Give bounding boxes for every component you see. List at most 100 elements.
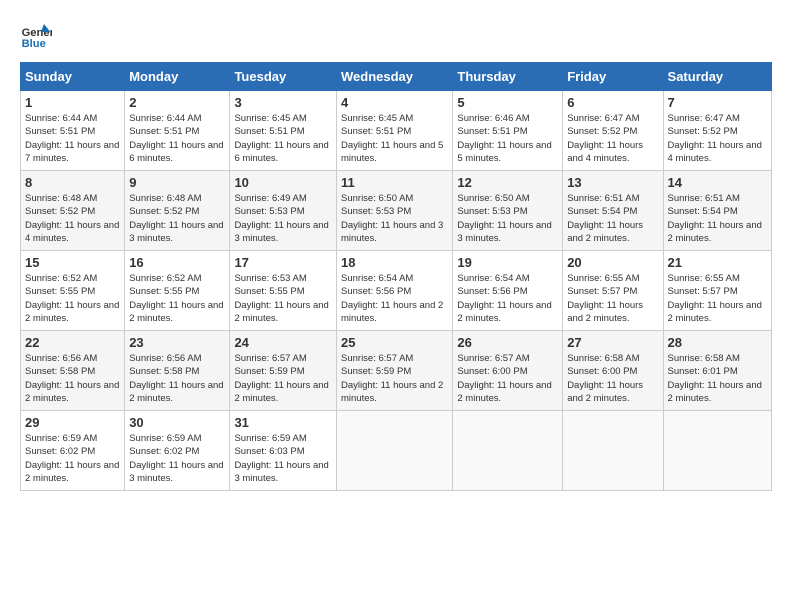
- day-number: 30: [129, 415, 225, 430]
- day-info: Sunrise: 6:57 AM Sunset: 5:59 PM Dayligh…: [234, 352, 332, 405]
- day-info: Sunrise: 6:45 AM Sunset: 5:51 PM Dayligh…: [234, 112, 332, 165]
- day-number: 28: [668, 335, 767, 350]
- calendar-cell: 4 Sunrise: 6:45 AM Sunset: 5:51 PM Daylig…: [337, 91, 453, 171]
- day-number: 5: [457, 95, 558, 110]
- calendar-week-row: 8 Sunrise: 6:48 AM Sunset: 5:52 PM Daylig…: [21, 171, 772, 251]
- day-number: 10: [234, 175, 332, 190]
- day-number: 12: [457, 175, 558, 190]
- day-info: Sunrise: 6:57 AM Sunset: 6:00 PM Dayligh…: [457, 352, 558, 405]
- day-info: Sunrise: 6:58 AM Sunset: 6:00 PM Dayligh…: [567, 352, 658, 405]
- calendar-day-header: Friday: [563, 63, 663, 91]
- calendar-cell: 10 Sunrise: 6:49 AM Sunset: 5:53 PM Dayli…: [230, 171, 337, 251]
- calendar-day-header: Monday: [125, 63, 230, 91]
- day-number: 8: [25, 175, 120, 190]
- calendar-cell: 2 Sunrise: 6:44 AM Sunset: 5:51 PM Daylig…: [125, 91, 230, 171]
- day-info: Sunrise: 6:51 AM Sunset: 5:54 PM Dayligh…: [668, 192, 767, 245]
- calendar-cell: [337, 411, 453, 491]
- day-info: Sunrise: 6:55 AM Sunset: 5:57 PM Dayligh…: [567, 272, 658, 325]
- calendar-cell: 11 Sunrise: 6:50 AM Sunset: 5:53 PM Dayli…: [337, 171, 453, 251]
- calendar-cell: 30 Sunrise: 6:59 AM Sunset: 6:02 PM Dayli…: [125, 411, 230, 491]
- calendar-cell: [663, 411, 771, 491]
- day-number: 31: [234, 415, 332, 430]
- day-number: 22: [25, 335, 120, 350]
- day-info: Sunrise: 6:56 AM Sunset: 5:58 PM Dayligh…: [129, 352, 225, 405]
- day-info: Sunrise: 6:54 AM Sunset: 5:56 PM Dayligh…: [341, 272, 448, 325]
- day-info: Sunrise: 6:57 AM Sunset: 5:59 PM Dayligh…: [341, 352, 448, 405]
- calendar-cell: 20 Sunrise: 6:55 AM Sunset: 5:57 PM Dayli…: [563, 251, 663, 331]
- day-info: Sunrise: 6:49 AM Sunset: 5:53 PM Dayligh…: [234, 192, 332, 245]
- day-info: Sunrise: 6:52 AM Sunset: 5:55 PM Dayligh…: [25, 272, 120, 325]
- calendar-cell: 31Sunrise: 6:59 AM Sunset: 6:03 PM Dayli…: [230, 411, 337, 491]
- logo-icon: General Blue: [20, 20, 52, 52]
- calendar-cell: 22 Sunrise: 6:56 AM Sunset: 5:58 PM Dayli…: [21, 331, 125, 411]
- day-info: Sunrise: 6:44 AM Sunset: 5:51 PM Dayligh…: [129, 112, 225, 165]
- day-number: 26: [457, 335, 558, 350]
- day-info: Sunrise: 6:48 AM Sunset: 5:52 PM Dayligh…: [129, 192, 225, 245]
- calendar-cell: [453, 411, 563, 491]
- day-info: Sunrise: 6:56 AM Sunset: 5:58 PM Dayligh…: [25, 352, 120, 405]
- calendar-cell: 6Sunrise: 6:47 AM Sunset: 5:52 PM Daylig…: [563, 91, 663, 171]
- day-info: Sunrise: 6:59 AM Sunset: 6:02 PM Dayligh…: [25, 432, 120, 485]
- day-number: 1: [25, 95, 120, 110]
- day-number: 11: [341, 175, 448, 190]
- day-info: Sunrise: 6:44 AM Sunset: 5:51 PM Dayligh…: [25, 112, 120, 165]
- day-info: Sunrise: 6:48 AM Sunset: 5:52 PM Dayligh…: [25, 192, 120, 245]
- calendar-cell: 27Sunrise: 6:58 AM Sunset: 6:00 PM Dayli…: [563, 331, 663, 411]
- day-info: Sunrise: 6:50 AM Sunset: 5:53 PM Dayligh…: [341, 192, 448, 245]
- day-info: Sunrise: 6:59 AM Sunset: 6:02 PM Dayligh…: [129, 432, 225, 485]
- calendar-cell: 13Sunrise: 6:51 AM Sunset: 5:54 PM Dayli…: [563, 171, 663, 251]
- calendar-cell: 29 Sunrise: 6:59 AM Sunset: 6:02 PM Dayli…: [21, 411, 125, 491]
- calendar-day-header: Wednesday: [337, 63, 453, 91]
- calendar-cell: 9 Sunrise: 6:48 AM Sunset: 5:52 PM Daylig…: [125, 171, 230, 251]
- calendar-table: SundayMondayTuesdayWednesdayThursdayFrid…: [20, 62, 772, 491]
- day-number: 17: [234, 255, 332, 270]
- calendar-cell: 24 Sunrise: 6:57 AM Sunset: 5:59 PM Dayli…: [230, 331, 337, 411]
- calendar-day-header: Thursday: [453, 63, 563, 91]
- calendar-cell: 3Sunrise: 6:45 AM Sunset: 5:51 PM Daylig…: [230, 91, 337, 171]
- calendar-day-header: Sunday: [21, 63, 125, 91]
- day-info: Sunrise: 6:46 AM Sunset: 5:51 PM Dayligh…: [457, 112, 558, 165]
- day-number: 7: [668, 95, 767, 110]
- day-number: 16: [129, 255, 225, 270]
- day-number: 29: [25, 415, 120, 430]
- day-number: 13: [567, 175, 658, 190]
- day-info: Sunrise: 6:45 AM Sunset: 5:51 PM Dayligh…: [341, 112, 448, 165]
- day-number: 20: [567, 255, 658, 270]
- calendar-week-row: 22 Sunrise: 6:56 AM Sunset: 5:58 PM Dayli…: [21, 331, 772, 411]
- day-info: Sunrise: 6:54 AM Sunset: 5:56 PM Dayligh…: [457, 272, 558, 325]
- calendar-cell: 17Sunrise: 6:53 AM Sunset: 5:55 PM Dayli…: [230, 251, 337, 331]
- calendar-cell: [563, 411, 663, 491]
- day-info: Sunrise: 6:52 AM Sunset: 5:55 PM Dayligh…: [129, 272, 225, 325]
- calendar-week-row: 1 Sunrise: 6:44 AM Sunset: 5:51 PM Daylig…: [21, 91, 772, 171]
- calendar-cell: 7 Sunrise: 6:47 AM Sunset: 5:52 PM Daylig…: [663, 91, 771, 171]
- day-number: 2: [129, 95, 225, 110]
- day-number: 18: [341, 255, 448, 270]
- calendar-cell: 5 Sunrise: 6:46 AM Sunset: 5:51 PM Daylig…: [453, 91, 563, 171]
- calendar-header-row: SundayMondayTuesdayWednesdayThursdayFrid…: [21, 63, 772, 91]
- calendar-cell: 23 Sunrise: 6:56 AM Sunset: 5:58 PM Dayli…: [125, 331, 230, 411]
- day-number: 23: [129, 335, 225, 350]
- calendar-cell: 25 Sunrise: 6:57 AM Sunset: 5:59 PM Dayli…: [337, 331, 453, 411]
- day-info: Sunrise: 6:47 AM Sunset: 5:52 PM Dayligh…: [567, 112, 658, 165]
- calendar-cell: 19Sunrise: 6:54 AM Sunset: 5:56 PM Dayli…: [453, 251, 563, 331]
- calendar-cell: 15 Sunrise: 6:52 AM Sunset: 5:55 PM Dayli…: [21, 251, 125, 331]
- calendar-cell: 18 Sunrise: 6:54 AM Sunset: 5:56 PM Dayli…: [337, 251, 453, 331]
- day-number: 15: [25, 255, 120, 270]
- day-number: 4: [341, 95, 448, 110]
- day-number: 24: [234, 335, 332, 350]
- day-info: Sunrise: 6:58 AM Sunset: 6:01 PM Dayligh…: [668, 352, 767, 405]
- svg-text:Blue: Blue: [22, 38, 46, 50]
- day-number: 21: [668, 255, 767, 270]
- logo: General Blue: [20, 20, 52, 52]
- calendar-cell: 14Sunrise: 6:51 AM Sunset: 5:54 PM Dayli…: [663, 171, 771, 251]
- day-number: 9: [129, 175, 225, 190]
- calendar-day-header: Saturday: [663, 63, 771, 91]
- day-info: Sunrise: 6:50 AM Sunset: 5:53 PM Dayligh…: [457, 192, 558, 245]
- calendar-week-row: 29 Sunrise: 6:59 AM Sunset: 6:02 PM Dayli…: [21, 411, 772, 491]
- day-number: 25: [341, 335, 448, 350]
- calendar-week-row: 15 Sunrise: 6:52 AM Sunset: 5:55 PM Dayli…: [21, 251, 772, 331]
- page-header: General Blue: [20, 20, 772, 52]
- calendar-cell: 12 Sunrise: 6:50 AM Sunset: 5:53 PM Dayli…: [453, 171, 563, 251]
- day-info: Sunrise: 6:55 AM Sunset: 5:57 PM Dayligh…: [668, 272, 767, 325]
- day-info: Sunrise: 6:47 AM Sunset: 5:52 PM Dayligh…: [668, 112, 767, 165]
